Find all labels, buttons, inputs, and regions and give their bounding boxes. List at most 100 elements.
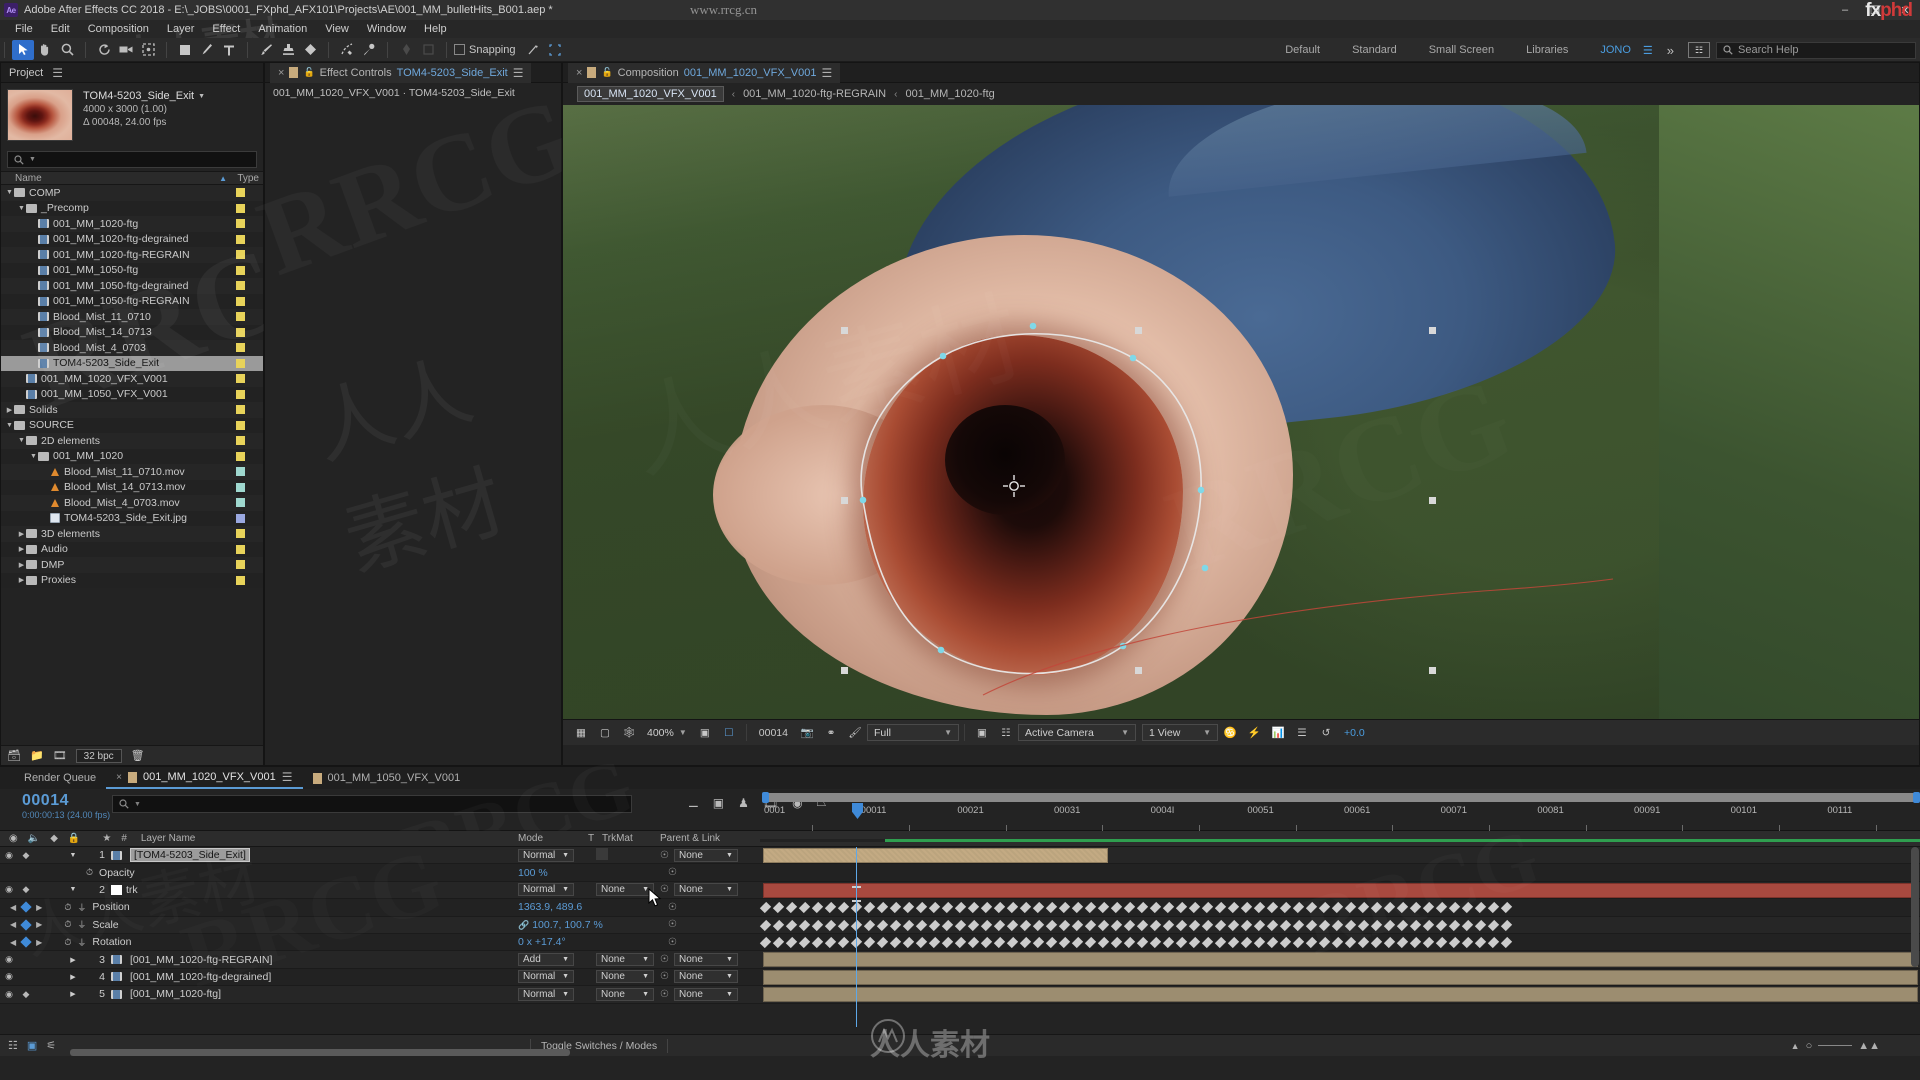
puppet-pin-tool-icon[interactable] <box>358 40 380 60</box>
project-list-item[interactable]: Blood_Mist_14_0713 <box>1 324 263 340</box>
menu-composition[interactable]: Composition <box>79 20 158 38</box>
label-color-swatch[interactable] <box>236 219 245 229</box>
keyframe-icon[interactable] <box>941 936 954 949</box>
share-view-options-icon[interactable]: ♋ <box>1218 722 1242 744</box>
project-list-item[interactable]: 001_MM_1020-ftg-REGRAIN <box>1 247 263 263</box>
keyframe-icon[interactable] <box>1188 919 1201 931</box>
constrain-proportions-icon[interactable]: 🔗 <box>518 920 529 930</box>
keyframe-icon[interactable] <box>811 919 824 931</box>
video-toggle-icon[interactable]: ◉ <box>0 954 18 965</box>
toggle-view-masks-icon[interactable]: ▣ <box>970 722 994 744</box>
keyframe-icon[interactable] <box>1253 936 1266 949</box>
label-color-swatch[interactable] <box>236 203 245 213</box>
project-list-item[interactable]: 001_MM_1020_VFX_V001 <box>1 371 263 387</box>
fit-frame-icon[interactable] <box>544 40 566 60</box>
keyframe-icon[interactable] <box>1149 936 1162 949</box>
label-color-swatch[interactable] <box>236 513 245 523</box>
keyframe-icon[interactable] <box>902 902 915 914</box>
keyframe-icon[interactable] <box>1097 902 1110 914</box>
keyframe-icon[interactable] <box>772 936 785 949</box>
label-color-swatch[interactable] <box>236 420 245 430</box>
keyframe-icon[interactable] <box>798 919 811 931</box>
keyframe-icon[interactable] <box>785 919 798 931</box>
mode-cell[interactable]: Normal ▼ <box>518 970 578 984</box>
comp-flowchart-icon[interactable]: ☷ <box>8 1039 18 1052</box>
keyframe-icon[interactable] <box>1136 919 1149 931</box>
keyframe-icon[interactable] <box>1487 902 1500 914</box>
pick-whip-icon[interactable]: ☉ <box>668 902 677 913</box>
comp-mini-flowchart-icon[interactable]: ▣ <box>27 1039 37 1052</box>
keyframe-icon[interactable] <box>1383 919 1396 931</box>
keyframe-icon[interactable] <box>1058 919 1071 931</box>
menu-layer[interactable]: Layer <box>158 20 204 38</box>
keyframe-icon[interactable] <box>889 919 902 931</box>
keyframe-icon[interactable] <box>1279 919 1292 931</box>
keyframe-icon[interactable] <box>1201 936 1214 949</box>
workspace-small-screen[interactable]: Small Screen <box>1413 38 1510 62</box>
video-toggle-icon[interactable]: ◉ <box>0 850 18 861</box>
delete-icon[interactable]: 🗑 <box>131 749 145 762</box>
label-color-swatch[interactable] <box>236 529 245 539</box>
keyframe-icon[interactable] <box>1045 936 1058 949</box>
keyframe-icon[interactable] <box>1396 902 1409 914</box>
stopwatch-icon[interactable]: ⏱ <box>86 867 93 878</box>
label-color-swatch[interactable] <box>236 343 245 353</box>
keyframe-icon[interactable] <box>1045 919 1058 931</box>
mode-cell[interactable]: Normal ▼ <box>518 987 578 1001</box>
keyframe-icon[interactable] <box>928 919 941 931</box>
label-color-swatch[interactable] <box>236 312 245 322</box>
project-list-item[interactable]: ▼ 2D elements <box>1 433 263 449</box>
keyframe-icon[interactable] <box>915 919 928 931</box>
menu-effect[interactable]: Effect <box>203 20 249 38</box>
keyframe-icon[interactable] <box>1305 936 1318 949</box>
label-color-swatch[interactable] <box>236 482 245 492</box>
lock-icon[interactable]: 🔓 <box>303 67 314 78</box>
keyframe-icon[interactable] <box>1240 902 1253 914</box>
choose-grid-guides-icon[interactable]: ▣ <box>693 722 717 744</box>
keyframe-icon[interactable] <box>863 936 876 949</box>
keyframe-icon[interactable] <box>928 936 941 949</box>
parent-column-header[interactable]: Parent & Link <box>660 833 720 844</box>
keyframe-icon[interactable] <box>837 919 850 931</box>
keyframe-icon[interactable] <box>1487 936 1500 949</box>
project-list-item[interactable]: 001_MM_1050-ftg <box>1 262 263 278</box>
project-list-item[interactable]: 001_MM_1050_VFX_V001 <box>1 386 263 402</box>
show-snapshot-icon[interactable]: ⚭ <box>819 722 843 744</box>
tab-comp-1050[interactable]: 001_MM_1050_VFX_V001 <box>303 767 471 789</box>
project-list-item[interactable]: ▶ 3D elements <box>1 526 263 542</box>
project-list-item[interactable]: 001_MM_1050-ftg-degrained <box>1 278 263 294</box>
time-ruler[interactable]: 0001 00011 00021 00031 0004I 00051 00061 00071 0… <box>760 789 1920 831</box>
keyframe-icon[interactable] <box>993 902 1006 914</box>
menu-window[interactable]: Window <box>358 20 415 38</box>
close-icon[interactable]: × <box>278 67 284 79</box>
fast-previews-icon[interactable]: ⚡ <box>1242 722 1266 744</box>
keyframe-icon[interactable] <box>1058 902 1071 914</box>
project-list-item[interactable]: Blood_Mist_4_0703.mov <box>1 495 263 511</box>
twirl-icon[interactable]: ▶ <box>67 973 79 981</box>
keyframe-icon[interactable] <box>941 919 954 931</box>
project-column-name[interactable]: Name <box>1 173 42 184</box>
keyframe-icon[interactable] <box>785 902 798 914</box>
video-toggle-icon[interactable]: ◉ <box>0 971 18 982</box>
search-help-input[interactable]: Search Help <box>1716 41 1916 59</box>
keyframe-icon[interactable] <box>1461 919 1474 931</box>
workspace-menu-icon[interactable]: ☰ <box>1637 44 1659 57</box>
shape-tool-icon[interactable] <box>174 40 196 60</box>
bit-depth-button[interactable]: 32 bpc <box>75 748 122 763</box>
magnification-selector[interactable]: 400% ▼ <box>641 724 693 741</box>
keyframe-icon[interactable] <box>1214 936 1227 949</box>
chevron-down-icon[interactable]: ▼ <box>198 90 205 103</box>
tab-comp-1020[interactable]: × 001_MM_1020_VFX_V001 ☰ <box>106 767 303 789</box>
label-color-swatch[interactable] <box>236 436 245 446</box>
camera-selector[interactable]: Active Camera ▼ <box>1017 724 1136 741</box>
region-of-interest-icon[interactable]: ☐ <box>717 722 741 744</box>
trkmat-cell[interactable]: None ▼ <box>596 987 654 1001</box>
timeline-zoom-control[interactable]: ▲ ○ ▲▲ <box>1791 1040 1880 1052</box>
project-list-item[interactable]: 001_MM_1020-ftg <box>1 216 263 232</box>
keyframe-icon[interactable] <box>980 919 993 931</box>
keyframe-icon[interactable] <box>889 936 902 949</box>
keyframe-icon[interactable] <box>1344 919 1357 931</box>
layer-name-cell[interactable]: [001_MM_1020-ftg] <box>111 988 221 1000</box>
menu-view[interactable]: View <box>316 20 358 38</box>
keyframe-icon[interactable] <box>1032 936 1045 949</box>
